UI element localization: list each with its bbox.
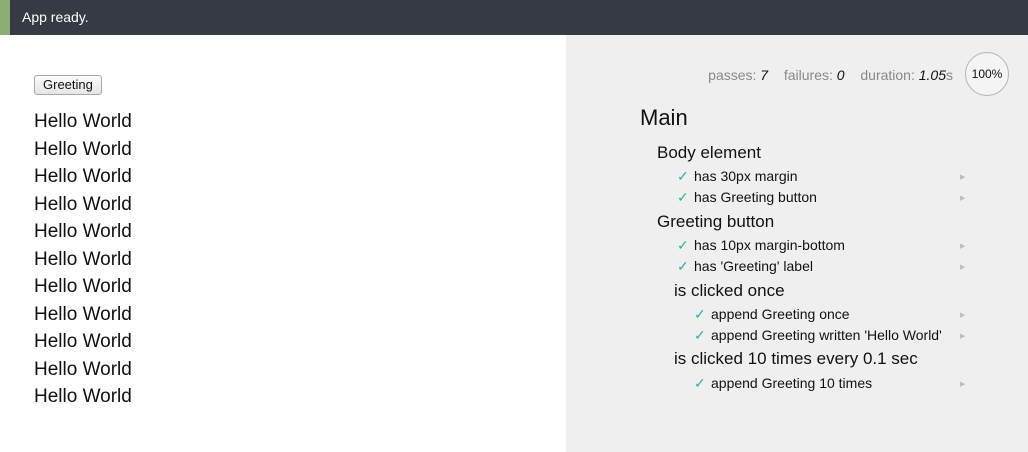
greeting-text: Hello World	[34, 193, 132, 215]
replay-icon[interactable]: ▶	[960, 380, 965, 388]
replay-icon[interactable]: ▶	[960, 194, 965, 202]
replay-icon[interactable]: ▶	[960, 173, 965, 181]
greeting-text: Hello World	[34, 386, 132, 407]
test-stats: passes: 7 failures: 0 duration: 1.05s	[708, 67, 953, 83]
status-bar: App ready.	[0, 0, 1028, 35]
replay-icon[interactable]: ▶	[960, 242, 965, 250]
duration-value: 1.05	[918, 67, 946, 83]
suite-title-clicked-10-times[interactable]: is clicked 10 times every 0.1 sec	[674, 349, 918, 369]
duration-label: duration:	[860, 67, 915, 83]
test-title: append Greeting written 'Hello World'	[711, 327, 942, 343]
test-title: append Greeting once	[711, 306, 850, 322]
test-title: has 10px margin-bottom	[694, 237, 845, 253]
pass-check-icon: ✓	[694, 375, 706, 391]
suite-title-greeting-button[interactable]: Greeting button	[657, 212, 774, 232]
test-item[interactable]: ✓ append Greeting 10 times	[694, 375, 872, 392]
greeting-text: Hello World	[34, 331, 132, 352]
pass-check-icon: ✓	[677, 189, 689, 205]
suite-title-clicked-once[interactable]: is clicked once	[674, 281, 785, 301]
greeting-button[interactable]: Greeting	[34, 75, 102, 95]
suite-title-main[interactable]: Main	[640, 105, 688, 131]
greeting-text: Hello World	[34, 276, 132, 297]
test-report-pane: passes: 7 failures: 0 duration: 1.05s 10…	[566, 35, 1028, 452]
test-title: append Greeting 10 times	[711, 375, 873, 391]
pass-check-icon: ✓	[677, 168, 689, 184]
pass-check-icon: ✓	[677, 258, 689, 274]
test-item[interactable]: ✓ has Greeting button	[677, 189, 817, 206]
replay-icon[interactable]: ▶	[960, 332, 965, 340]
passes-label: passes:	[708, 67, 757, 83]
test-title: has 'Greeting' label	[694, 258, 813, 274]
status-message: App ready.	[22, 9, 89, 25]
test-title: has Greeting button	[694, 189, 817, 205]
greeting-list: Hello World Hello World Hello World Hell…	[34, 108, 132, 411]
failures-label: failures:	[783, 67, 833, 83]
progress-ring: 100%	[965, 52, 1009, 96]
greeting-text: Hello World	[34, 221, 132, 242]
test-item[interactable]: ✓ has 'Greeting' label	[677, 258, 813, 275]
pass-check-icon: ✓	[694, 327, 706, 343]
greeting-text: Hello World	[34, 166, 132, 187]
pass-check-icon: ✓	[694, 306, 706, 322]
test-item[interactable]: ✓ has 30px margin	[677, 168, 798, 185]
test-item[interactable]: ✓ append Greeting written 'Hello World'	[694, 327, 942, 344]
greeting-text: Hello World	[34, 138, 132, 160]
replay-icon[interactable]: ▶	[960, 263, 965, 271]
test-item[interactable]: ✓ has 10px margin-bottom	[677, 237, 845, 254]
test-item[interactable]: ✓ append Greeting once	[694, 306, 850, 323]
status-accent	[0, 0, 10, 35]
greeting-text: Hello World	[34, 303, 132, 325]
duration-unit: s	[946, 67, 953, 83]
greeting-text: Hello World	[34, 111, 132, 132]
greeting-text: Hello World	[34, 358, 132, 380]
app-pane: Greeting Hello World Hello World Hello W…	[0, 35, 566, 452]
pass-check-icon: ✓	[677, 237, 689, 253]
failures-count: 0	[836, 67, 845, 83]
greeting-text: Hello World	[34, 248, 132, 270]
test-title: has 30px margin	[694, 168, 798, 184]
passes-count: 7	[760, 67, 769, 83]
suite-title-body-element[interactable]: Body element	[657, 143, 761, 163]
replay-icon[interactable]: ▶	[960, 311, 965, 319]
